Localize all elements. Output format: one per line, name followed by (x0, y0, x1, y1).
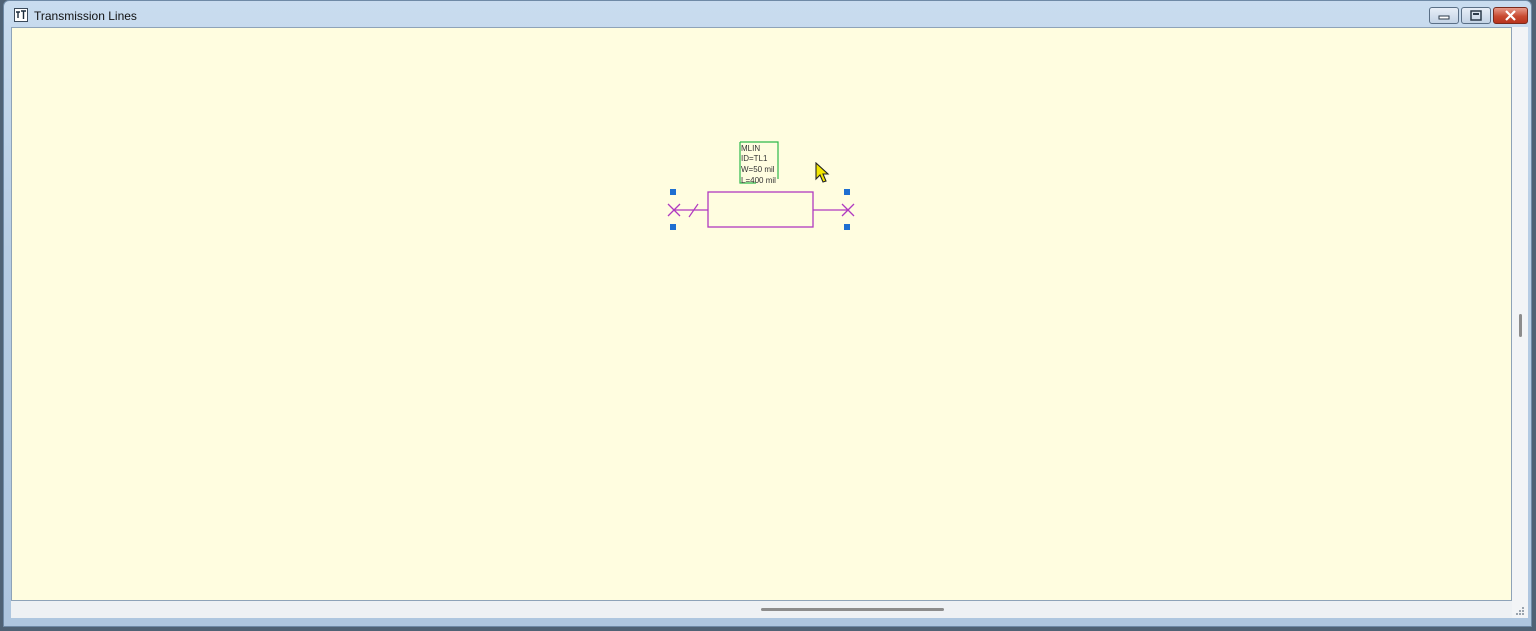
schematic-drawing: MLIN ID=TL1 W=50 mil L=400 mil (667, 141, 855, 230)
window-title: Transmission Lines (34, 9, 137, 23)
component-length-label[interactable]: L=400 mil (741, 176, 776, 185)
horizontal-scroll-thumb[interactable] (761, 608, 944, 611)
component-width-label[interactable]: W=50 mil (741, 165, 775, 174)
title-bar[interactable]: Transmission Lines (4, 1, 1531, 29)
resize-grip-icon[interactable] (1513, 604, 1525, 616)
vertical-scroll-thumb[interactable] (1519, 314, 1522, 337)
selection-handle[interactable] (670, 224, 676, 230)
close-icon (1505, 10, 1516, 21)
selection-handle[interactable] (670, 189, 676, 195)
schematic-window: Transmission Lines MLIN ID=TL1 W=50 mil … (3, 0, 1532, 627)
minimize-button[interactable] (1429, 7, 1459, 24)
close-button[interactable] (1493, 7, 1528, 24)
schematic-canvas[interactable]: MLIN ID=TL1 W=50 mil L=400 mil (11, 27, 1512, 601)
vertical-scrollbar[interactable] (1512, 27, 1528, 618)
component-type-label[interactable]: MLIN (741, 144, 760, 153)
mlin-component[interactable] (667, 191, 855, 228)
app-icon[interactable] (14, 8, 28, 22)
maximize-button[interactable] (1461, 7, 1491, 24)
mouse-pointer-icon (815, 162, 830, 183)
horizontal-scrollbar[interactable] (11, 601, 1512, 618)
component-id-label[interactable]: ID=TL1 (741, 154, 768, 163)
selection-handle[interactable] (844, 189, 850, 195)
minimize-icon (1438, 15, 1450, 20)
line-body (707, 191, 814, 228)
maximize-icon (1470, 10, 1482, 21)
selection-handle[interactable] (844, 224, 850, 230)
